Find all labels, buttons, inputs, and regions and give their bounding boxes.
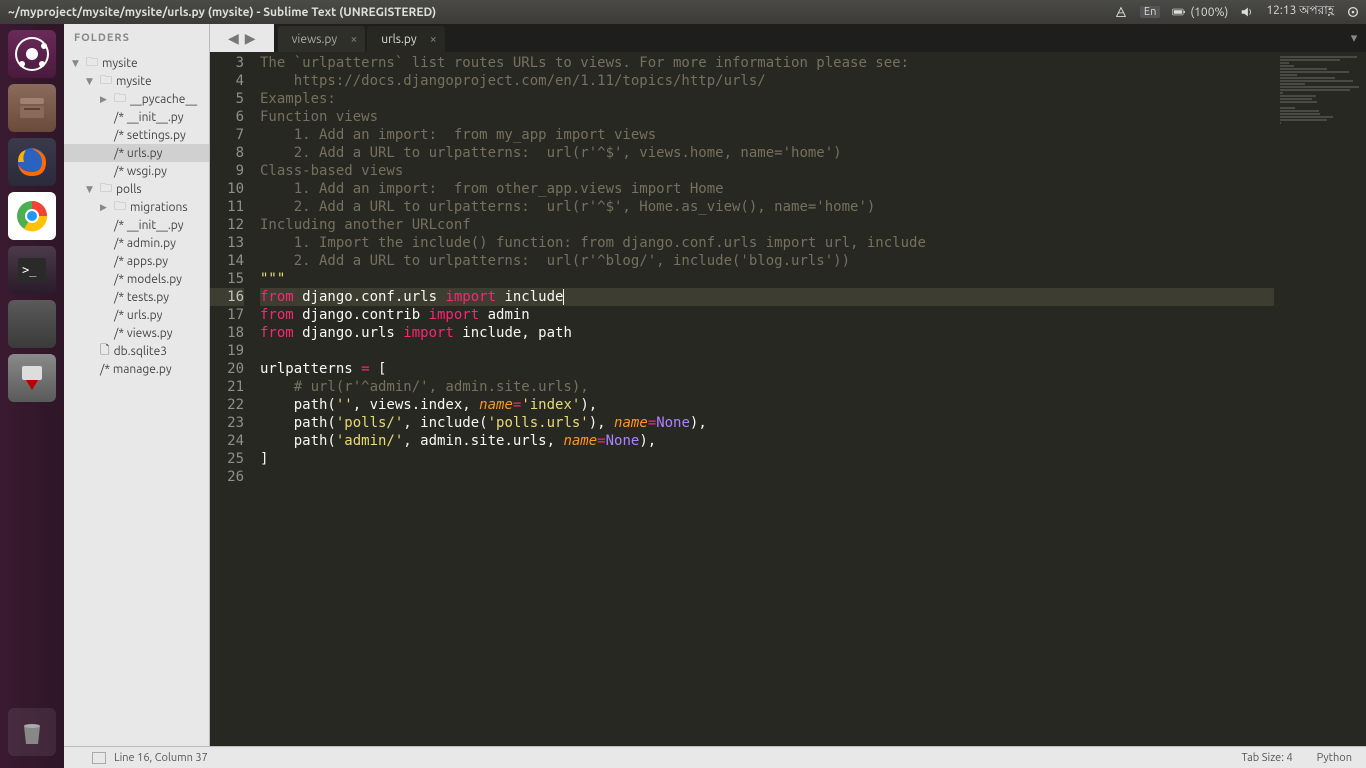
terminal-icon[interactable]: >_ — [8, 246, 56, 294]
file-item[interactable]: /* wsgi.py — [64, 162, 209, 180]
file-item[interactable]: /* tests.py — [64, 288, 209, 306]
session-indicator[interactable] — [1340, 5, 1366, 19]
tab-size[interactable]: Tab Size: 4 — [1241, 752, 1292, 764]
tree-label: /* urls.py — [114, 309, 162, 322]
folder-item[interactable]: ▼ 🗀 mysite — [64, 54, 209, 72]
disclosure-arrow-icon[interactable]: ▶ — [100, 202, 110, 213]
tab-label: urls.py — [381, 33, 416, 46]
window-title: ~/myproject/mysite/mysite/urls.py (mysit… — [0, 6, 436, 19]
tree-label: /* __init__.py — [114, 219, 184, 232]
minimap[interactable] — [1274, 52, 1366, 746]
nav-arrows: ◀ ▶ — [210, 24, 274, 52]
gutter: 3456789101112131415161718192021222324252… — [210, 52, 256, 746]
system-top-panel: ~/myproject/mysite/mysite/urls.py (mysit… — [0, 0, 1366, 24]
svg-text:>_: >_ — [22, 263, 37, 277]
code-area[interactable]: The `urlpatterns` list routes URLs to vi… — [256, 52, 1274, 746]
tab-views-py[interactable]: views.py × — [278, 26, 366, 52]
clock[interactable]: 12:13 অপরাহ্ণ — [1260, 2, 1340, 22]
sublime-icon[interactable] — [8, 300, 56, 348]
folder-icon: 🗀 — [114, 89, 126, 110]
software-icon[interactable] — [8, 354, 56, 402]
close-icon[interactable]: × — [350, 33, 357, 46]
tree-label: /* manage.py — [100, 363, 172, 376]
tab-overflow-icon[interactable]: ▾ — [1342, 24, 1366, 52]
folder-item[interactable]: ▼ 🗀 mysite — [64, 72, 209, 90]
file-item[interactable]: /* models.py — [64, 270, 209, 288]
chrome-icon[interactable] — [8, 192, 56, 240]
nav-forward-icon[interactable]: ▶ — [245, 30, 256, 47]
top-row: FOLDERS ◀ ▶ views.py × urls.py × ▾ — [64, 24, 1366, 52]
disclosure-arrow-icon[interactable]: ▼ — [86, 184, 96, 195]
tree-label: mysite — [116, 75, 152, 88]
panel-switch-icon[interactable] — [92, 752, 106, 764]
cursor-position: Line 16, Column 37 — [114, 752, 208, 764]
unity-launcher: >_ — [0, 24, 64, 768]
file-item[interactable]: /* manage.py — [64, 360, 209, 378]
trash-icon[interactable] — [8, 708, 56, 756]
tree-label: db.sqlite3 — [114, 345, 167, 358]
sublime-window: FOLDERS ◀ ▶ views.py×urls.py× ▾ ▼🗀mysite… — [64, 24, 1366, 768]
tree-label: /* urls.py — [114, 147, 162, 160]
tree-label: polls — [116, 183, 142, 196]
tree-label: /* views.py — [114, 327, 173, 340]
folders-label: FOLDERS — [64, 32, 130, 44]
sidebar-header: FOLDERS — [64, 24, 210, 52]
file-item[interactable]: /* apps.py — [64, 252, 209, 270]
status-bar: Line 16, Column 37 Tab Size: 4 Python — [64, 746, 1366, 768]
file-item[interactable]: /* views.py — [64, 324, 209, 342]
folder-item[interactable]: ▶ 🗀 migrations — [64, 198, 209, 216]
folder-icon: 🗀 — [100, 179, 112, 200]
folder-icon: 🗀 — [86, 53, 98, 74]
file-item[interactable]: /* __init__.py — [64, 216, 209, 234]
tree-label: /* admin.py — [114, 237, 176, 250]
syntax-mode[interactable]: Python — [1317, 752, 1352, 764]
dash-icon[interactable] — [8, 30, 56, 78]
tree-label: __pycache__ — [130, 93, 197, 106]
nav-back-icon[interactable]: ◀ — [228, 30, 239, 47]
close-icon[interactable]: × — [430, 33, 437, 46]
tree-label: /* apps.py — [114, 255, 168, 268]
disclosure-arrow-icon[interactable]: ▼ — [86, 76, 96, 87]
folder-item[interactable]: ▶ 🗀 __pycache__ — [64, 90, 209, 108]
file-item[interactable]: 🗋 db.sqlite3 — [64, 342, 209, 360]
files-icon[interactable] — [8, 84, 56, 132]
file-item[interactable]: /* settings.py — [64, 126, 209, 144]
tree-label: /* settings.py — [114, 129, 186, 142]
sidebar[interactable]: ▼🗀mysite▼🗀mysite▶🗀__pycache__/* __init__… — [64, 52, 210, 746]
file-item[interactable]: /* admin.py — [64, 234, 209, 252]
tab-bar: views.py × urls.py × — [274, 24, 1342, 52]
folder-item[interactable]: ▼ 🗀 polls — [64, 180, 209, 198]
disclosure-arrow-icon[interactable]: ▶ — [100, 94, 110, 105]
file-item[interactable]: /* urls.py — [64, 144, 209, 162]
editor[interactable]: 3456789101112131415161718192021222324252… — [210, 52, 1366, 746]
file-item[interactable]: /* __init__.py — [64, 108, 209, 126]
tab-label: views.py — [292, 33, 338, 46]
sound-indicator[interactable] — [1234, 5, 1260, 19]
language-indicator[interactable]: En — [1134, 6, 1166, 18]
network-indicator[interactable] — [1108, 5, 1134, 19]
firefox-icon[interactable] — [8, 138, 56, 186]
file-item[interactable]: /* urls.py — [64, 306, 209, 324]
tree-label: /* models.py — [114, 273, 182, 286]
disclosure-arrow-icon[interactable]: ▼ — [72, 58, 82, 69]
folder-icon: 🗀 — [114, 197, 126, 218]
folder-icon: 🗀 — [100, 71, 112, 92]
tab-urls-py[interactable]: urls.py × — [367, 26, 444, 52]
tree-label: /* __init__.py — [114, 111, 184, 124]
tree-label: mysite — [102, 57, 138, 70]
tree-label: /* wsgi.py — [114, 165, 167, 178]
tree-label: migrations — [130, 201, 188, 214]
file-icon: 🗋 — [100, 341, 110, 362]
tree-label: /* tests.py — [114, 291, 169, 304]
battery-indicator[interactable]: (100%) — [1166, 5, 1234, 19]
